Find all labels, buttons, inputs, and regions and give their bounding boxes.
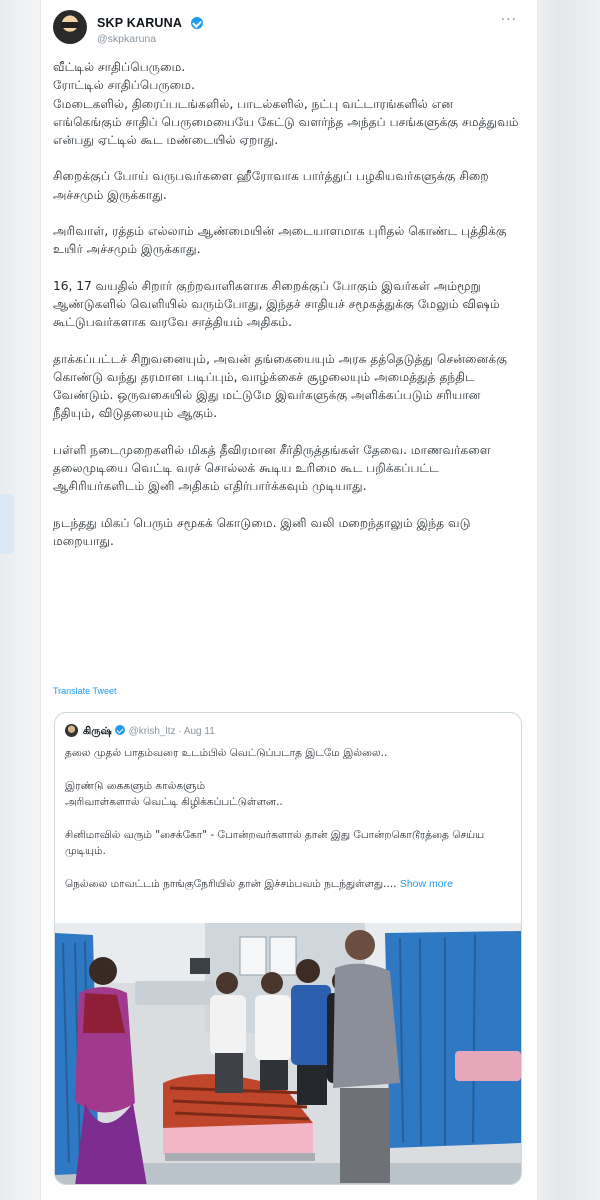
author-block: SKP KARUNA @skpkaruna [97,12,204,45]
tweet-paragraph: 16, 17 வயதில் சிறார் குற்றவாளிகளாக சிறைக… [53,278,500,330]
quoted-author-handle[interactable]: @krish_ltz [129,726,176,737]
quoted-last-text: நெல்லை மாவட்டம் நாங்குநேரியில் தான் இச்ச… [65,878,397,890]
more-options-icon[interactable]: ··· [501,12,517,28]
quoted-tweet-header: கிருஷ் @krish_ltz · Aug 11 [65,724,215,738]
tweet-header: SKP KARUNA @skpkaruna ··· [53,10,523,46]
avatar[interactable] [53,10,87,44]
tweet-paragraph: அரிவாள், ரத்தம் எல்லாம் ஆண்மையின் அடையாள… [53,224,507,257]
separator: · [175,726,184,737]
tweet-paragraph: வீட்டில் சாதிப்பெருமை. ரோட்டில் சாதிப்பெ… [53,60,519,148]
quoted-photo[interactable] [55,923,521,1184]
translate-tweet-link[interactable]: Translate Tweet [53,686,117,696]
hospital-scene-image [55,923,521,1184]
quoted-paragraph: சினிமாவில் வரும் "சைக்கோ" - போன்றவர்களால… [65,829,485,857]
tweet-text: வீட்டில் சாதிப்பெருமை. ரோட்டில் சாதிப்பெ… [53,58,523,568]
tweet-card: SKP KARUNA @skpkaruna ··· வீட்டில் சாதிப… [40,0,538,1200]
verified-badge-icon [191,17,204,29]
quoted-author-name[interactable]: கிருஷ் [83,726,112,737]
quoted-paragraph: நெல்லை மாவட்டம் நாங்குநேரியில் தான் இச்ச… [65,876,513,892]
show-more-link[interactable]: Show more [400,878,453,890]
author-handle[interactable]: @skpkaruna [97,33,203,45]
side-tab[interactable] [0,494,14,554]
quoted-avatar[interactable] [65,724,78,737]
author-name[interactable]: SKP KARUNA [97,16,182,30]
quoted-date[interactable]: Aug 11 [184,726,215,737]
quoted-tweet[interactable]: கிருஷ் @krish_ltz · Aug 11 தலை முதல் பாதம… [54,712,522,1185]
tweet-paragraph: தாக்கப்பட்டச் சிறுவனையும், அவன் தங்கையைய… [53,351,507,421]
tweet-paragraph: நடந்தது மிகப் பெரும் சமூகக் கொடுமை. இனி … [53,515,471,548]
tweet-paragraph: பள்ளி நடைமுறைகளில் மிகத் தீவிரமான சீர்தி… [53,442,491,494]
quoted-tweet-text: தலை முதல் பாதம்வரை உடம்பில் வெட்டுப்படாத… [65,745,513,909]
quoted-paragraph: இரண்டு கைகளும் கால்களும் அரிவாள்களால் வெ… [65,780,283,808]
tweet-paragraph: சிறைக்குப் போய் வருபவர்களை ஹீரோவாக பார்த… [53,169,489,202]
quoted-paragraph: தலை முதல் பாதம்வரை உடம்பில் வெட்டுப்படாத… [65,747,388,759]
verified-badge-icon [114,725,125,735]
